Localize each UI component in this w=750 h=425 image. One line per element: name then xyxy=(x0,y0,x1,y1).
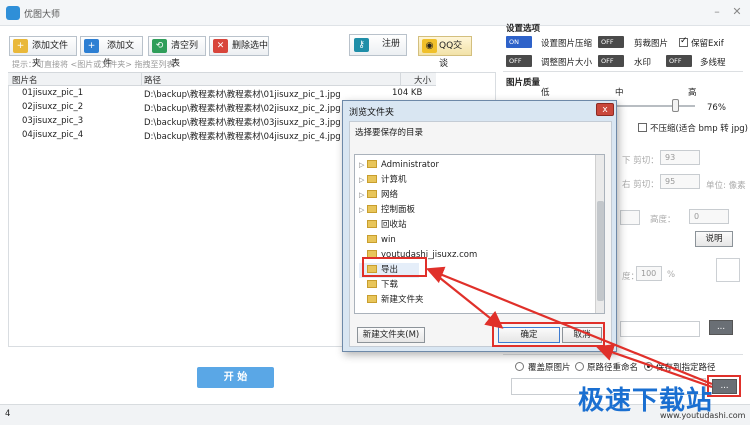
annotation-arrows xyxy=(425,266,713,389)
arrow-to-folder xyxy=(425,266,713,386)
arrow-folder-to-ok xyxy=(429,269,504,329)
watermark-url: www.youtudashi.com xyxy=(660,411,746,420)
